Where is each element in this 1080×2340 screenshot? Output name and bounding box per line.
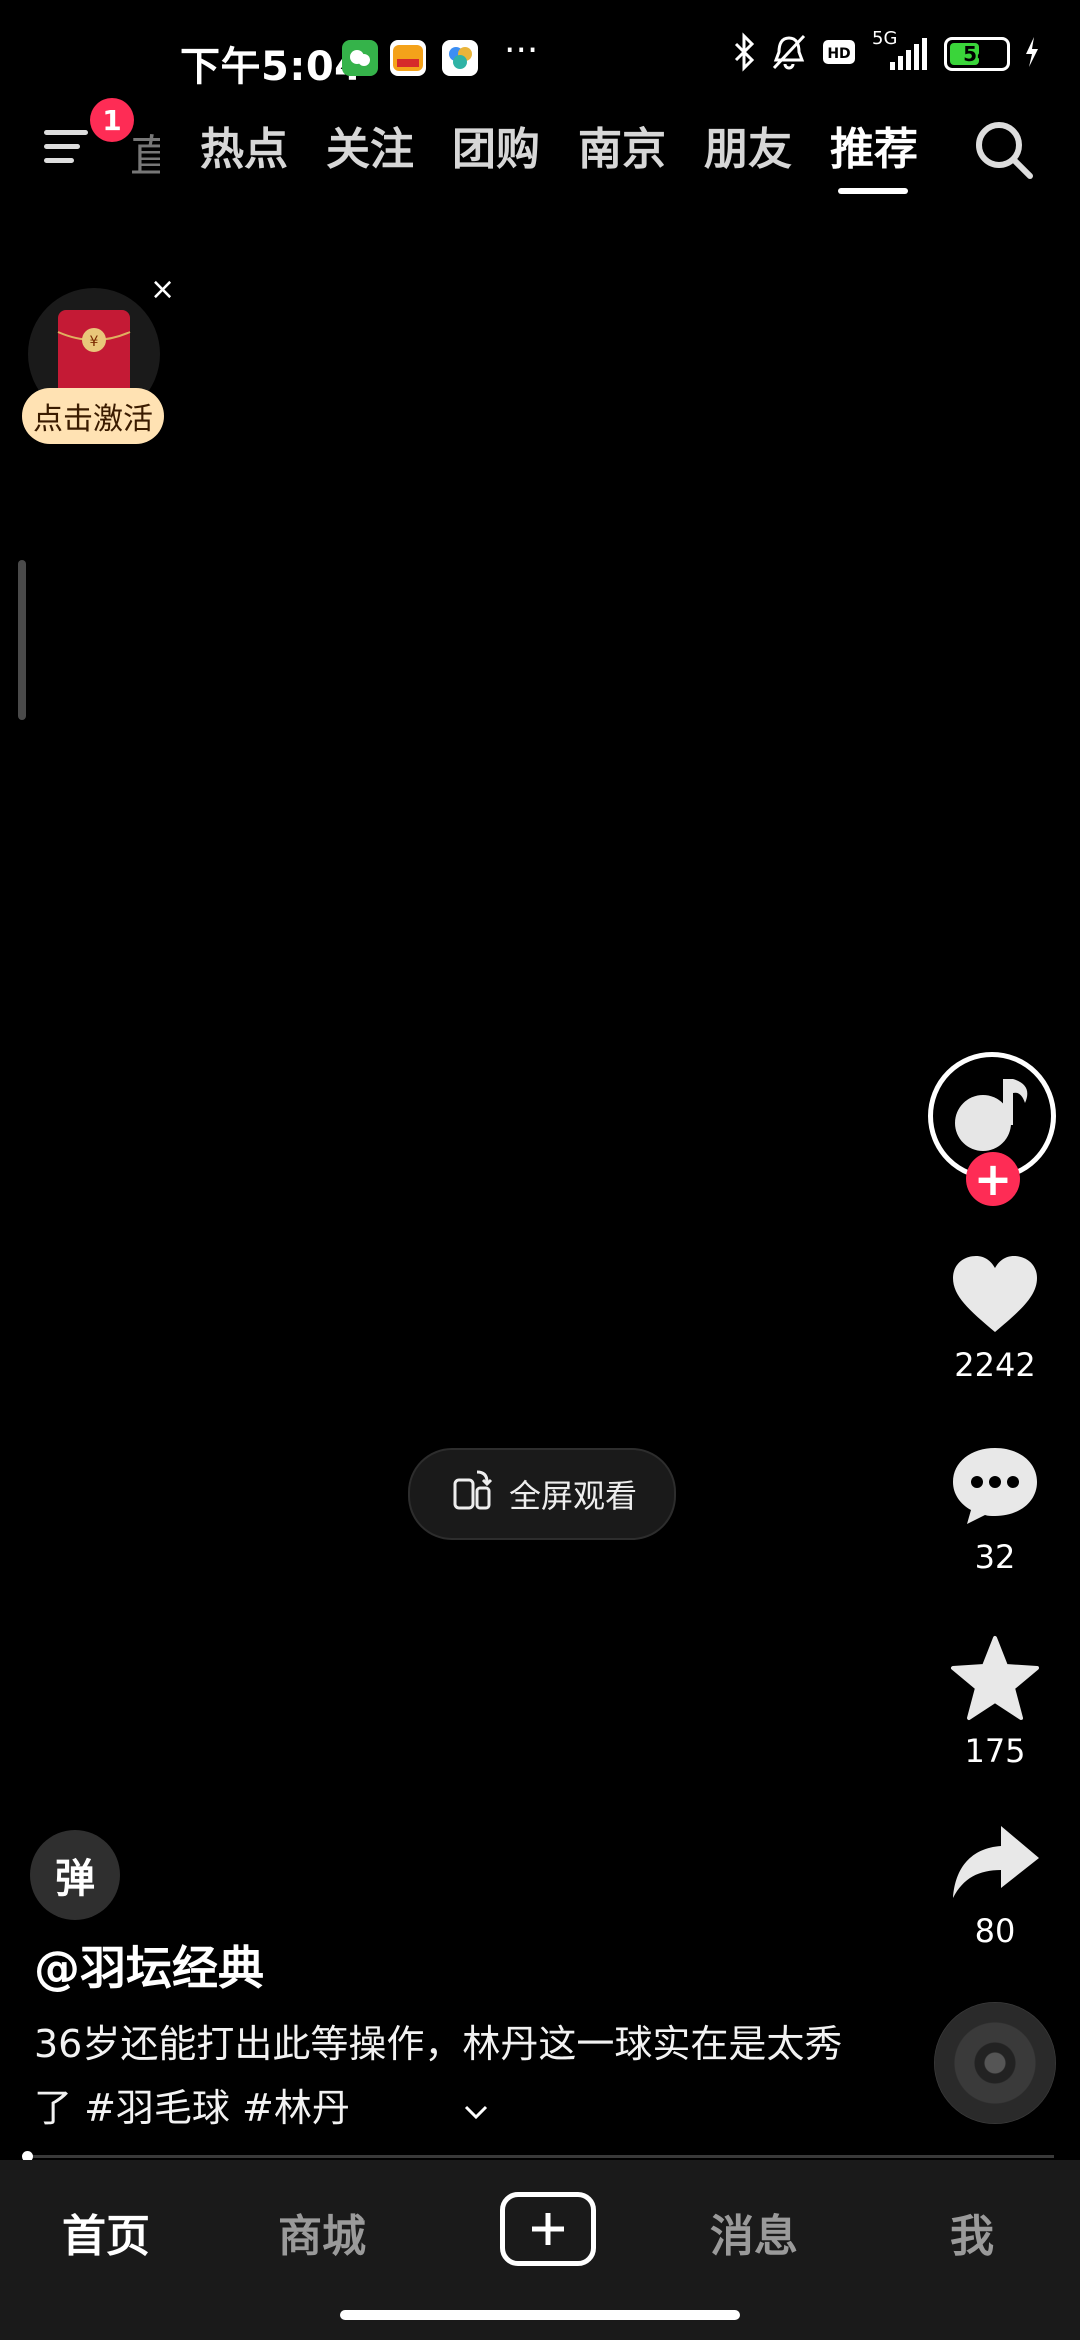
star-icon: [951, 1636, 1039, 1720]
app-cloud-notification-icon: [442, 40, 478, 76]
cellular-signal-icon: 5G: [870, 28, 930, 74]
nav-messages[interactable]: 消息: [710, 2200, 798, 2264]
like-button[interactable]: 2242: [930, 1252, 1060, 1384]
create-post-button[interactable]: [500, 2192, 596, 2266]
video-description: 36岁还能打出此等操作，林丹这一球实在是太秀了 #羽毛球 #林丹: [34, 2022, 843, 2130]
bluetooth-icon: [732, 32, 756, 76]
music-note-avatar-icon: [955, 1079, 1028, 1151]
favorite-button[interactable]: 175: [930, 1634, 1060, 1770]
video-progress-track[interactable]: [24, 2155, 1054, 2158]
fullscreen-button[interactable]: 全屏观看: [408, 1448, 676, 1540]
tab-nanjing[interactable]: 南京: [578, 120, 666, 180]
search-icon[interactable]: [972, 118, 1036, 182]
charging-icon: [1024, 37, 1040, 71]
comment-count: 32: [974, 1538, 1016, 1576]
share-arrow-icon: [953, 1826, 1039, 1898]
nav-home[interactable]: 首页: [62, 2200, 150, 2264]
home-indicator: [340, 2310, 740, 2320]
comment-icon: [953, 1448, 1037, 1524]
bell-muted-icon: [770, 32, 808, 76]
danmaku-toggle-button[interactable]: 弹: [30, 1830, 120, 1920]
tab-hot[interactable]: 热点: [200, 120, 288, 180]
status-more-icon: ···: [504, 30, 539, 71]
menu-line: [44, 130, 88, 135]
tab-recommend[interactable]: 推荐: [830, 120, 918, 180]
comment-button[interactable]: 32: [930, 1444, 1060, 1576]
nav-me[interactable]: 我: [950, 2200, 994, 2264]
share-button[interactable]: 80: [930, 1822, 1060, 1950]
menu-notification-badge: 1: [90, 98, 134, 142]
nav-mall[interactable]: 商城: [278, 2200, 366, 2264]
chevron-down-icon[interactable]: [462, 2090, 490, 2130]
tab-following[interactable]: 关注: [326, 120, 414, 180]
favorite-count: 175: [964, 1732, 1026, 1770]
active-tab-indicator: [838, 188, 908, 194]
close-icon[interactable]: ×: [150, 272, 175, 307]
hd-icon: HD: [822, 38, 856, 70]
app-58-notification-icon: [390, 40, 426, 76]
tab-group-buy[interactable]: 团购: [452, 120, 540, 180]
battery-icon: 54: [944, 37, 1010, 71]
menu-line: [44, 144, 80, 149]
menu-line: [44, 158, 74, 163]
svg-text:¥: ¥: [90, 334, 99, 350]
status-time: 下午5:04: [180, 44, 363, 90]
heart-icon: [953, 1256, 1037, 1332]
share-count: 80: [974, 1912, 1016, 1950]
plus-icon: [532, 2213, 564, 2245]
wechat-notification-icon: [342, 40, 378, 76]
tab-friends[interactable]: 朋友: [704, 120, 792, 180]
svg-text:HD: HD: [827, 46, 850, 62]
tab-partial[interactable]: 直: [130, 120, 160, 184]
fullscreen-label: 全屏观看: [508, 1477, 637, 1515]
status-right-icons: HD 5G 54: [732, 28, 1040, 76]
follow-plus-button[interactable]: +: [966, 1152, 1020, 1206]
battery-level-text: 54: [963, 42, 991, 66]
scroll-indicator: [18, 560, 26, 720]
rotate-screen-icon: [447, 1466, 495, 1522]
like-count: 2242: [954, 1346, 1036, 1384]
author-name[interactable]: @羽坛经典: [34, 1932, 264, 1998]
music-disc-icon[interactable]: [934, 2002, 1056, 2124]
red-packet-activate-button[interactable]: 点击激活: [22, 388, 164, 444]
